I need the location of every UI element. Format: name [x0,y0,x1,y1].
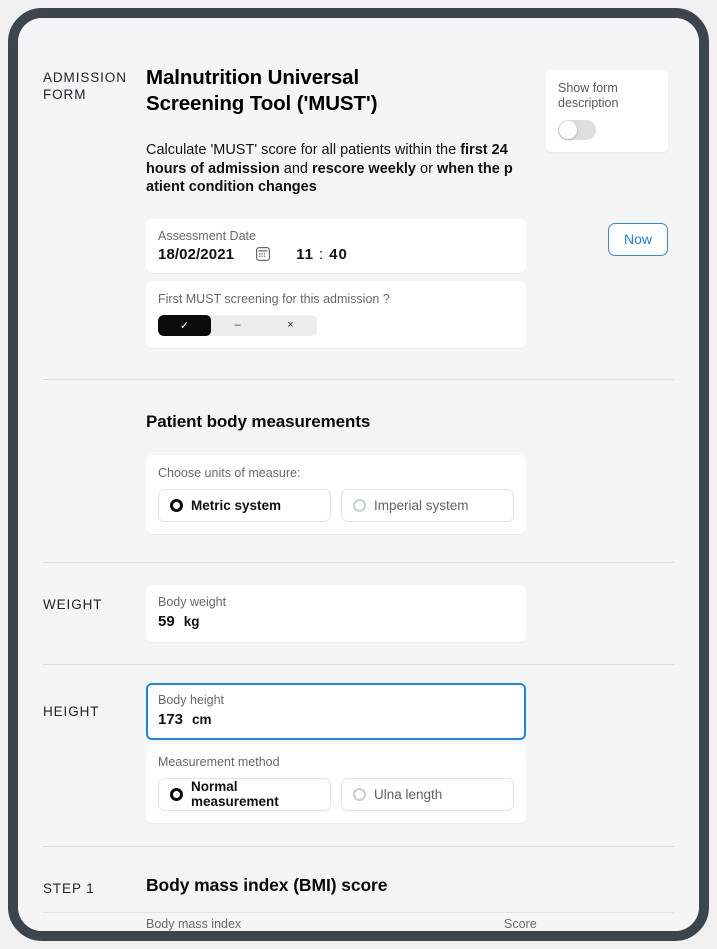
units-radio-group[interactable]: Metric system Imperial system [158,489,514,522]
step1-title: Body mass index (BMI) score [146,875,674,896]
assessment-date-field[interactable]: Assessment Date 18/02/2021 [146,219,526,273]
radio-unselected-icon [353,788,366,801]
first-screening-option-unknown[interactable]: – [211,315,264,336]
body-height-value[interactable]: 173 [158,710,183,730]
first-screening-segmented-control[interactable]: ✓ – × [158,315,317,336]
toggle-knob [559,121,577,139]
bmi-label: Body mass index [146,916,241,932]
admission-form-label: ADMISSION FORM [43,69,146,103]
measurement-method-field: Measurement method Normal measurement Ul… [146,744,526,823]
divider-after-assessment [43,379,674,380]
assessment-time[interactable]: 11:40 [296,246,348,263]
body-height-field[interactable]: Body height 173 cm [146,683,526,740]
score-readout: Score (1) 18.5 -20 [504,916,674,932]
form-screen: ADMISSION FORM Malnutrition Universal Sc… [18,18,699,931]
step1-readouts: Body mass index 19.7 kg/m² Score (1) 18.… [146,916,674,932]
assessment-side-label-col [43,219,146,223]
description-part-3: or [416,161,437,177]
body-weight-value[interactable]: 59 [158,612,175,632]
step1-content: Body mass index (BMI) score Body mass in… [146,875,674,932]
first-screening-option-yes[interactable]: ✓ [158,315,211,336]
description-bold-2: rescore weekly [312,161,416,177]
height-side-label-col: HEIGHT [43,683,146,720]
calendar-icon[interactable] [256,247,270,261]
height-label: HEIGHT [43,703,146,720]
assessment-date-label: Assessment Date [158,228,514,244]
description-part-1: Calculate 'MUST' score for all patients … [146,142,460,158]
radio-unselected-icon [353,499,366,512]
bmi-readout: Body mass index 19.7 kg/m² [146,916,241,932]
measurement-method-label: Measurement method [158,754,514,770]
measurement-method-radio-group[interactable]: Normal measurement Ulna length [158,778,514,811]
body-weight-field[interactable]: Body weight 59 kg [146,585,526,642]
time-separator: : [319,246,324,263]
assessment-date-row: Assessment Date 18/02/2021 [18,219,699,348]
divider-after-height [43,846,674,847]
divider-bottom [43,912,674,913]
method-option-ulna[interactable]: Ulna length [341,778,514,811]
show-form-description-toggle[interactable] [558,120,596,140]
score-label: Score [504,916,674,932]
method-option-normal-label: Normal measurement [191,779,319,809]
units-option-imperial[interactable]: Imperial system [341,489,514,522]
form-description: Calculate 'MUST' score for all patients … [146,141,518,197]
weight-label: WEIGHT [43,596,146,613]
body-weight-label: Body weight [158,594,514,610]
admission-form-header: ADMISSION FORM Malnutrition Universal Sc… [18,18,699,197]
body-measurements-side-label-col [43,412,146,416]
assessment-date-value-row: 18/02/2021 [158,246,514,263]
method-option-ulna-label: Ulna length [374,787,442,802]
body-measurements-row: Patient body measurements Choose units o… [18,412,699,534]
now-button[interactable]: Now [608,223,668,256]
step1-label: STEP 1 [43,880,146,897]
body-weight-value-row: 59 kg [158,612,514,632]
header-side-label-col: ADMISSION FORM [43,65,146,103]
weight-side-label-col: WEIGHT [43,585,146,613]
units-option-metric-label: Metric system [191,498,281,513]
page-title: Malnutrition Universal Screening Tool ('… [146,65,406,117]
body-measurements-title: Patient body measurements [146,412,526,432]
divider-after-units [43,562,674,563]
radio-selected-icon [170,499,183,512]
first-screening-option-no[interactable]: × [264,315,317,336]
show-form-description-card[interactable]: Show form description [546,70,668,152]
first-screening-field: First MUST screening for this admission … [146,281,526,348]
weight-row: WEIGHT Body weight 59 kg [18,585,699,642]
units-label: Choose units of measure: [158,465,514,481]
units-option-imperial-label: Imperial system [374,498,469,513]
assessment-date-value[interactable]: 18/02/2021 [158,246,234,263]
show-form-description-label: Show form description [558,81,656,111]
radio-selected-icon [170,788,183,801]
divider-after-weight [43,664,674,665]
assessment-time-minutes[interactable]: 40 [329,246,348,263]
assessment-content: Assessment Date 18/02/2021 [146,219,526,348]
step1-side-label-col: STEP 1 [43,875,146,897]
height-content: Body height 173 cm Measurement method No… [146,683,526,823]
method-option-normal[interactable]: Normal measurement [158,778,331,811]
weight-content: Body weight 59 kg [146,585,526,642]
body-height-value-row: 173 cm [158,710,514,730]
body-height-unit: cm [192,710,212,730]
body-weight-unit: kg [184,612,200,632]
height-row: HEIGHT Body height 173 cm Measurement me… [18,683,699,823]
units-field: Choose units of measure: Metric system I… [146,455,526,534]
assessment-time-hours[interactable]: 11 [296,246,314,263]
body-measurements-content: Patient body measurements Choose units o… [146,412,526,534]
description-part-2: and [280,161,312,177]
units-option-metric[interactable]: Metric system [158,489,331,522]
device-frame: ADMISSION FORM Malnutrition Universal Sc… [8,8,709,941]
body-height-label: Body height [158,692,514,708]
step1-row: STEP 1 Body mass index (BMI) score Body … [18,875,699,932]
first-screening-label: First MUST screening for this admission … [158,291,514,307]
